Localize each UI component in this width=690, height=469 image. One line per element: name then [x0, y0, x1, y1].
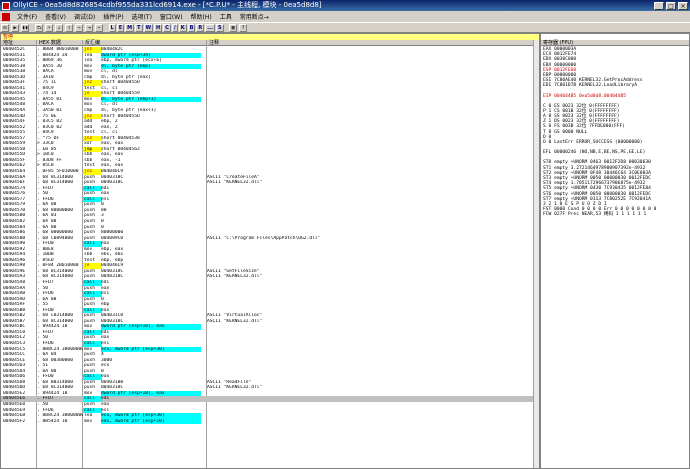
- menu-view[interactable]: 查看(V): [41, 12, 70, 21]
- register-rows: EAX 0000003A ECX 0012FE74 EDX 0030C000 EBX …: [541, 47, 689, 217]
- address-column-header[interactable]: 地址: [1, 40, 37, 46]
- disassembly-scrollbar[interactable]: [533, 40, 539, 468]
- options-icon[interactable]: ▦: [229, 23, 238, 32]
- row-operands: edx, dword ptr [esp+10]: [101, 418, 201, 425]
- disassembly-pane[interactable]: 暂停 地址 HEX 数据 反汇编 注释 0040452C. 8B04 8B010…: [0, 33, 540, 469]
- row-hex: . 8B5424 10: [37, 418, 68, 424]
- minimize-button[interactable]: _: [654, 1, 664, 10]
- maximize-button[interactable]: □: [666, 1, 676, 10]
- menu-tools[interactable]: 工具: [216, 12, 236, 21]
- breakpoints-button[interactable]: B: [187, 23, 196, 32]
- open-icon[interactable]: ⊡: [1, 23, 9, 32]
- close-button[interactable]: ×: [678, 1, 688, 10]
- row-mnemonic: mov: [84, 418, 93, 424]
- memory-map-button[interactable]: M: [125, 23, 135, 32]
- menu-window[interactable]: 窗口(W): [156, 12, 187, 21]
- handles-button[interactable]: H: [154, 23, 163, 32]
- patches-button[interactable]: /: [171, 23, 178, 32]
- title-bar: OllyICE - 0ea5d8d826854cdbf955da331lcd69…: [0, 0, 690, 11]
- register-line[interactable]: FCW 027F Prec NEAR,53 掩码 1 1 1 1 1 1: [541, 212, 689, 217]
- step-over-icon[interactable]: ↷: [45, 23, 53, 32]
- menu-bar: 文件(F) 查看(V) 调试(D) 插件(P) 选项(T) 窗口(W) 帮助(H…: [0, 11, 690, 22]
- disasm-column-header[interactable]: 反汇编: [83, 40, 207, 46]
- ollyice-app-icon[interactable]: [2, 1, 10, 10]
- step-into-icon[interactable]: ⤼: [35, 23, 43, 32]
- menu-options[interactable]: 选项(T): [128, 12, 156, 21]
- cpu-button[interactable]: C: [163, 23, 171, 32]
- menu-debug[interactable]: 调试(D): [70, 12, 99, 21]
- log-window-button[interactable]: L: [108, 23, 116, 32]
- comment-column-header[interactable]: 注释: [207, 40, 536, 46]
- go-to-icon[interactable]: ⇥: [85, 23, 93, 32]
- windows-button[interactable]: W: [143, 23, 154, 32]
- help-icon[interactable]: ?: [239, 23, 248, 32]
- menu-file[interactable]: 文件(F): [13, 12, 41, 21]
- more-icon[interactable]: ⋯: [95, 23, 103, 32]
- menu-breakpoints[interactable]: 常用断点→: [236, 12, 273, 21]
- hex-column-header[interactable]: HEX 数据: [37, 40, 83, 46]
- registers-pane[interactable]: 寄存器 (FPU) EAX 0000003A ECX 0012FE74 EDX 00…: [540, 33, 690, 469]
- threads-button[interactable]: T: [135, 23, 143, 32]
- run-trace-button[interactable]: ...: [205, 23, 215, 32]
- source-button[interactable]: S: [215, 23, 224, 32]
- menu-help[interactable]: 帮助(H): [187, 12, 216, 21]
- modules-button[interactable]: E: [116, 23, 125, 32]
- trace-over-icon[interactable]: ↑: [65, 23, 73, 32]
- window-title: OllyICE - 0ea5d8d826854cdbf955da331lcd69…: [13, 1, 322, 9]
- run-icon[interactable]: ▶: [11, 23, 19, 32]
- registers-header[interactable]: 寄存器 (FPU): [541, 40, 689, 46]
- references-button[interactable]: R: [196, 23, 205, 32]
- trace-into-icon[interactable]: ↓: [55, 23, 63, 32]
- cpu-window-icon[interactable]: [2, 12, 10, 21]
- pause-icon[interactable]: ▮▮: [21, 23, 29, 32]
- call-stack-button[interactable]: K: [178, 23, 187, 32]
- toolbar: ⊡ ▶ ▮▮ ⤼ ↷ ↓ ↑ → ⇥ ⋯ L E M T W H C / K B…: [0, 22, 690, 33]
- disasm-row[interactable]: 004045F2 . 8B5424 10 mov edx, dword ptr [es…: [1, 418, 539, 425]
- execute-till-return-icon[interactable]: →: [75, 23, 83, 32]
- disassembly-rows: 0040452C. 8B04 8B010000 jnz 0040482C 004045…: [1, 47, 539, 425]
- row-address: 004045F2: [3, 418, 26, 424]
- menu-plugins[interactable]: 插件(P): [99, 12, 127, 21]
